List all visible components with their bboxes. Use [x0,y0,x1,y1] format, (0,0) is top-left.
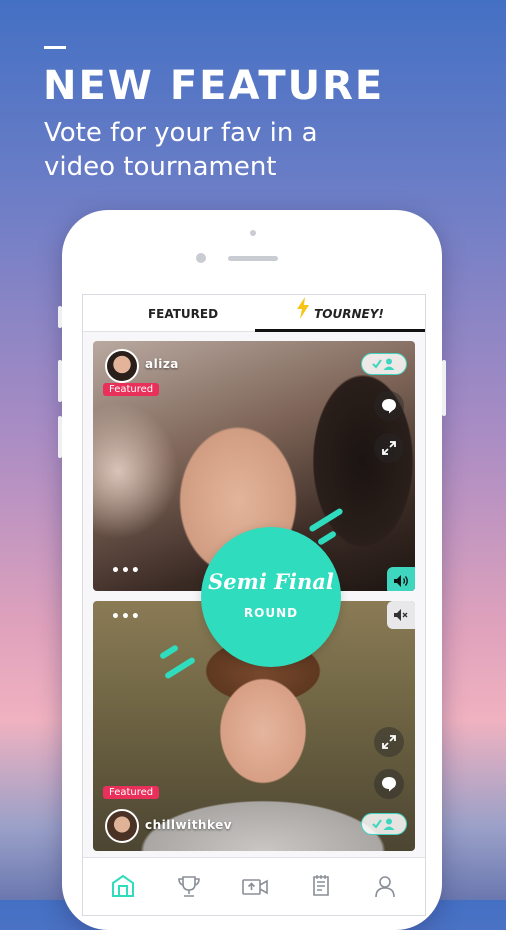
tab-bar: FEATURED TOURNEY! [83,295,425,332]
promo-dash [44,46,66,49]
phone-mute-switch [58,306,62,328]
avatar[interactable] [105,809,139,843]
expand-icon[interactable] [374,727,404,757]
profile-icon[interactable] [367,868,403,904]
phone-mockup: FEATURED TOURNEY! aliza Featured ••• •••… [58,210,446,930]
active-tab-indicator [255,329,425,332]
phone-volume-up [58,360,62,402]
expand-icon[interactable] [374,433,404,463]
round-subtitle: ROUND [243,606,299,620]
phone-front-camera [196,253,206,263]
featured-badge: Featured [103,786,160,799]
app-screen: FEATURED TOURNEY! aliza Featured ••• •••… [82,294,426,916]
notes-icon[interactable] [303,868,339,904]
phone-volume-down [58,416,62,458]
bottom-nav [83,857,425,915]
phone-power-button [442,360,446,416]
round-badge: Semi Final ROUND [201,527,341,667]
subheadline: Vote for your fav in a video tournament [44,118,318,182]
username[interactable]: chillwithkev [145,818,232,832]
tab-tourney-label: TOURNEY! [314,307,384,321]
username[interactable]: aliza [145,357,179,371]
follow-icon[interactable] [361,813,407,835]
tab-featured-label: FEATURED [147,307,219,321]
featured-badge: Featured [103,383,160,396]
headline: NEW FEATURE [43,63,385,109]
phone-sensor [250,230,256,236]
home-icon[interactable] [105,868,141,904]
phone-speaker [228,256,278,261]
upload-video-icon[interactable] [237,868,273,904]
comment-icon[interactable] [374,391,404,421]
sound-off-icon[interactable] [387,601,415,629]
more-dots-icon[interactable]: ••• [111,609,141,625]
avatar[interactable] [105,349,139,383]
tab-featured[interactable]: FEATURED [103,295,263,331]
follow-icon[interactable] [361,353,407,375]
tab-tourney[interactable]: TOURNEY! [255,295,425,331]
sound-on-icon[interactable] [387,567,415,591]
trophy-icon[interactable] [171,868,207,904]
comment-icon[interactable] [374,769,404,799]
round-title: Semi Final [208,569,334,594]
more-dots-icon[interactable]: ••• [111,563,141,579]
lightning-bolt-icon [296,296,310,334]
